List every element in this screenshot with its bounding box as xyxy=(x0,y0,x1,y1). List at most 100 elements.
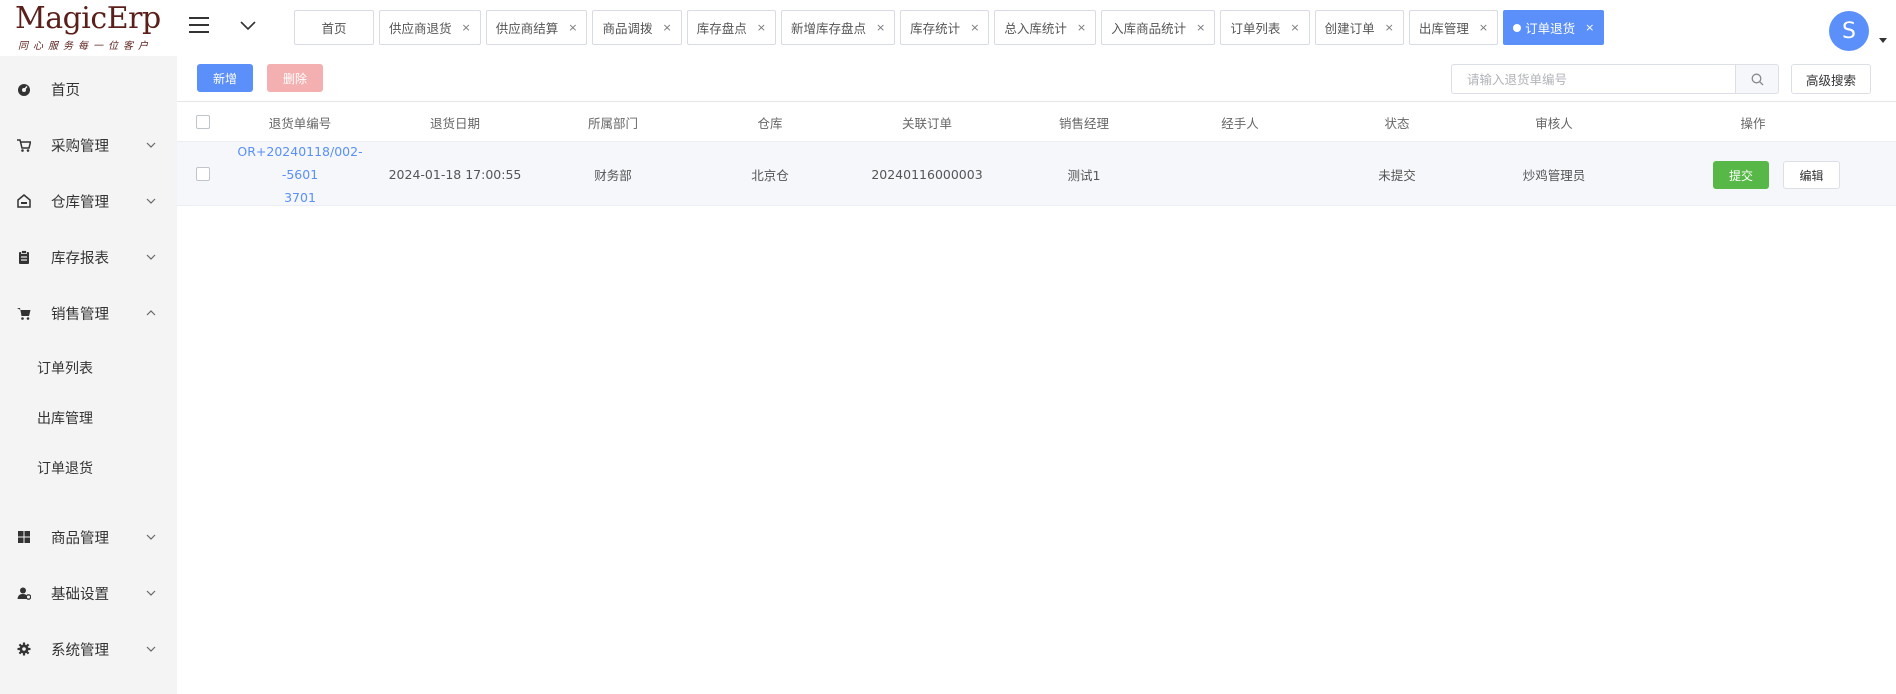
table-header: 退货单编号 退货日期 所属部门 仓库 关联订单 销售经理 经手人 状态 审核人 … xyxy=(177,102,1896,142)
tab-label: 总入库统计 xyxy=(1004,21,1067,36)
sidebar-item-product[interactable]: 商品管理 xyxy=(0,512,177,562)
tab-8[interactable]: 入库商品统计 × xyxy=(1101,10,1216,45)
sidebar-subitem-outbound[interactable]: 出库管理 xyxy=(0,396,177,440)
column-header: 关联订单 xyxy=(901,115,952,131)
chevron-down-icon xyxy=(146,534,156,540)
sidebar-subitem-label: 订单列表 xyxy=(37,361,93,377)
tab-label: 创建订单 xyxy=(1324,21,1375,36)
sidebar-subitem-order-return[interactable]: 订单退货 xyxy=(0,446,177,490)
chevron-down-icon xyxy=(146,646,156,652)
tab-label: 库存盘点 xyxy=(696,21,747,36)
close-icon[interactable]: × xyxy=(1196,21,1205,34)
column-header: 所属部门 xyxy=(587,115,638,131)
related-order: 20240116000003 xyxy=(871,166,983,182)
app-root: MagicErp 同心服务每一位客户 首页 供应商退货 × 供应商结算 × 商品调拨 × 库存… xyxy=(0,0,1896,694)
sidebar-subitem-order-list[interactable]: 订单列表 xyxy=(0,346,177,390)
tab-label: 新增库存盘点 xyxy=(790,21,866,36)
edit-button[interactable]: 编辑 xyxy=(1783,161,1840,189)
department: 财务部 xyxy=(594,167,632,183)
sidebar: 首页采购管理仓库管理库存报表销售管理商品管理基础设置系统管理 订单列表出库管理订单… xyxy=(0,56,177,694)
sidebar-item-home[interactable]: 首页 xyxy=(0,64,177,114)
row-checkbox[interactable] xyxy=(196,167,210,181)
column-header: 操作 xyxy=(1740,115,1766,131)
close-icon[interactable]: × xyxy=(1585,21,1594,34)
select-all-checkbox[interactable] xyxy=(196,115,210,129)
tab-2[interactable]: 供应商结算 × xyxy=(485,10,588,45)
handler xyxy=(1177,142,1303,206)
warehouse: 北京仓 xyxy=(751,167,789,183)
tab-1[interactable]: 供应商退货 × xyxy=(379,10,481,45)
sidebar-item-system[interactable]: 系统管理 xyxy=(0,624,177,674)
sidebar-item-sales[interactable]: 销售管理 xyxy=(0,288,177,338)
sales-manager: 测试1 xyxy=(1067,167,1101,183)
tab-4[interactable]: 库存盘点 × xyxy=(686,10,776,45)
dashboard-icon xyxy=(18,84,30,96)
logo-title: MagicErp xyxy=(15,1,161,36)
sidebar-item-purchase[interactable]: 采购管理 xyxy=(0,120,177,170)
column-header: 审核人 xyxy=(1535,115,1573,131)
search-button[interactable] xyxy=(1735,64,1779,94)
advanced-search-button[interactable]: 高级搜索 xyxy=(1791,64,1871,94)
caret-down-icon[interactable] xyxy=(1879,38,1887,43)
sidebar-item-warehouse[interactable]: 仓库管理 xyxy=(0,176,177,226)
submit-button[interactable]: 提交 xyxy=(1713,161,1769,189)
sidebar-item-inventory-report[interactable]: 库存报表 xyxy=(0,232,177,282)
close-icon[interactable]: × xyxy=(568,21,577,34)
close-icon[interactable]: × xyxy=(662,21,671,34)
sidebar-item-label: 销售管理 xyxy=(51,306,109,323)
menu-toggle-icon[interactable] xyxy=(189,17,209,33)
logo: MagicErp 同心服务每一位客户 xyxy=(0,0,177,56)
table-row: OR+20240118/002--5601 3701 2024-01-18 17:… xyxy=(177,142,1896,206)
delete-button[interactable]: 删除 xyxy=(267,64,323,92)
sidebar-subitem-label: 出库管理 xyxy=(37,411,93,427)
close-icon[interactable]: × xyxy=(757,21,766,34)
tab-12[interactable]: 订单退货 × xyxy=(1503,10,1605,45)
search-input[interactable] xyxy=(1451,64,1735,94)
chevron-up-icon xyxy=(146,310,156,316)
status: 未提交 xyxy=(1378,167,1416,183)
tab-7[interactable]: 总入库统计 × xyxy=(994,10,1097,45)
return-id-line1[interactable]: OR+20240118/002--5601 xyxy=(237,144,362,182)
column-header: 退货日期 xyxy=(429,115,480,131)
tab-3[interactable]: 商品调拨 × xyxy=(592,10,682,45)
tab-10[interactable]: 创建订单 × xyxy=(1314,10,1404,45)
close-icon[interactable]: × xyxy=(1385,21,1394,34)
tab-label: 订单退货 xyxy=(1525,21,1576,36)
reviewer: 炒鸡管理员 xyxy=(1522,167,1586,183)
user-avatar[interactable]: S xyxy=(1829,11,1869,51)
column-header: 退货单编号 xyxy=(268,115,332,131)
close-icon[interactable]: × xyxy=(970,21,979,34)
tab-label: 商品调拨 xyxy=(602,21,653,36)
tab-bar: 首页 供应商退货 × 供应商结算 × 商品调拨 × 库存盘点 × 新增库存盘点 × 库存统计 × 总入库统… xyxy=(294,10,1605,46)
tab-9[interactable]: 订单列表 × xyxy=(1220,10,1310,45)
close-icon[interactable]: × xyxy=(876,21,885,34)
top-header: MagicErp 同心服务每一位客户 首页 供应商退货 × 供应商结算 × 商品调拨 × 库存… xyxy=(0,0,1896,56)
sidebar-item-label: 仓库管理 xyxy=(51,194,109,211)
cart-icon xyxy=(17,139,31,152)
tab-11[interactable]: 出库管理 × xyxy=(1408,10,1499,45)
user-settings-icon xyxy=(17,587,31,600)
tab-label: 订单列表 xyxy=(1230,21,1281,36)
chevron-down-icon xyxy=(146,198,156,204)
return-id-link[interactable]: OR+20240118/002--5601 3701 xyxy=(230,142,370,206)
chevron-down-icon[interactable] xyxy=(240,18,256,32)
tab-5[interactable]: 新增库存盘点 × xyxy=(780,10,896,45)
grid-icon xyxy=(18,531,30,543)
sidebar-item-basic-settings[interactable]: 基础设置 xyxy=(0,568,177,618)
close-icon[interactable]: × xyxy=(462,21,471,34)
add-button[interactable]: 新增 xyxy=(197,64,253,92)
close-icon[interactable]: × xyxy=(1479,21,1488,34)
chevron-down-icon xyxy=(146,142,156,148)
active-dot-icon xyxy=(1513,23,1522,32)
tab-label: 供应商结算 xyxy=(495,21,559,36)
tab-label: 首页 xyxy=(321,21,347,36)
return-id-line2[interactable]: 3701 xyxy=(284,190,316,205)
tab-0[interactable]: 首页 xyxy=(294,10,374,45)
close-icon[interactable]: × xyxy=(1290,21,1299,34)
column-header: 状态 xyxy=(1384,115,1410,131)
close-icon[interactable]: × xyxy=(1077,21,1086,34)
warehouse-icon xyxy=(17,194,31,208)
logo-slogan: 同心服务每一位客户 xyxy=(18,41,153,52)
tab-6[interactable]: 库存统计 × xyxy=(900,10,990,45)
sidebar-item-label: 采购管理 xyxy=(51,138,109,155)
